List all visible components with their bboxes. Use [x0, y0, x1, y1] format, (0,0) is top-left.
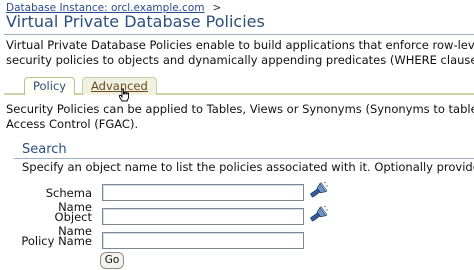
policies-description: Security Policies can be applied to Tabl… — [6, 102, 474, 132]
schema-name-input[interactable] — [102, 184, 304, 201]
search-section-title: Search — [22, 142, 67, 157]
title-divider — [4, 34, 474, 35]
hand-cursor-icon — [119, 88, 129, 102]
flashlight-icon[interactable] — [308, 182, 328, 200]
object-name-input[interactable] — [102, 208, 304, 225]
flashlight-icon[interactable] — [308, 206, 328, 224]
policies-line-2: Access Control (FGAC). — [6, 117, 139, 131]
search-description: Specify an object name to list the polic… — [22, 160, 474, 174]
tab-bar: Policy Advanced — [4, 77, 474, 95]
intro-line-2: security policies to objects and dynamic… — [6, 53, 474, 67]
policy-name-input[interactable] — [102, 232, 304, 249]
policies-line-1: Security Policies can be applied to Tabl… — [6, 102, 474, 116]
page-title: Virtual Private Database Policies — [6, 12, 265, 31]
intro-text: Virtual Private Database Policies enable… — [6, 38, 474, 68]
policy-name-label: Policy Name — [21, 234, 92, 248]
search-section-divider — [14, 158, 474, 159]
intro-line-1: Virtual Private Database Policies enable… — [6, 38, 474, 52]
go-button[interactable]: Go — [100, 252, 124, 269]
tab-policy[interactable]: Policy — [24, 77, 76, 95]
